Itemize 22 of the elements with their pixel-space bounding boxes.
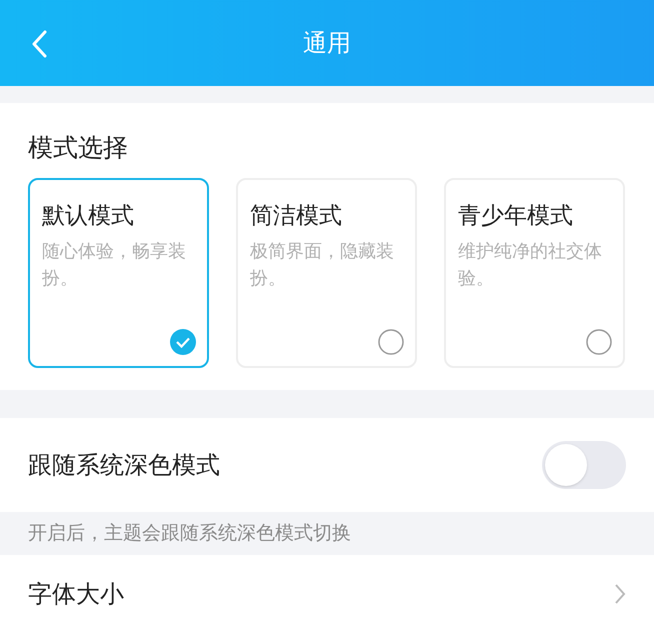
mode-card[interactable]: 青少年模式 维护纯净的社交体验。: [444, 178, 625, 368]
settings-row[interactable]: 字体大小: [0, 555, 654, 633]
mode-name: 简洁模式: [250, 202, 343, 231]
radio-icon: [378, 329, 404, 355]
toggle-thumb: [545, 444, 587, 486]
page-title: 通用: [303, 28, 351, 59]
chevron-right-icon: [614, 583, 626, 605]
mode-description: 极简界面，隐藏装扮。: [250, 240, 395, 291]
mode-card[interactable]: 简洁模式 极简界面，隐藏装扮。: [236, 178, 417, 368]
mode-description: 维护纯净的社交体验。: [458, 240, 603, 291]
toggle-switch[interactable]: [542, 441, 626, 489]
mode-description: 随心体验，畅享装扮。: [42, 240, 187, 291]
mode-name: 默认模式: [42, 202, 135, 231]
setting-hint: 开启后，主题会跟随系统深色模式切换: [27, 521, 352, 546]
radio-icon: [586, 329, 612, 355]
mode-name: 青少年模式: [458, 202, 574, 231]
setting-label: 字体大小: [28, 579, 124, 610]
mode-card[interactable]: 默认模式 随心体验，畅享装扮。: [28, 178, 209, 368]
check-icon: [170, 329, 196, 355]
back-icon: [31, 30, 47, 58]
setting-label: 跟随系统深色模式: [28, 450, 220, 481]
section-title: 模式选择: [28, 132, 129, 164]
